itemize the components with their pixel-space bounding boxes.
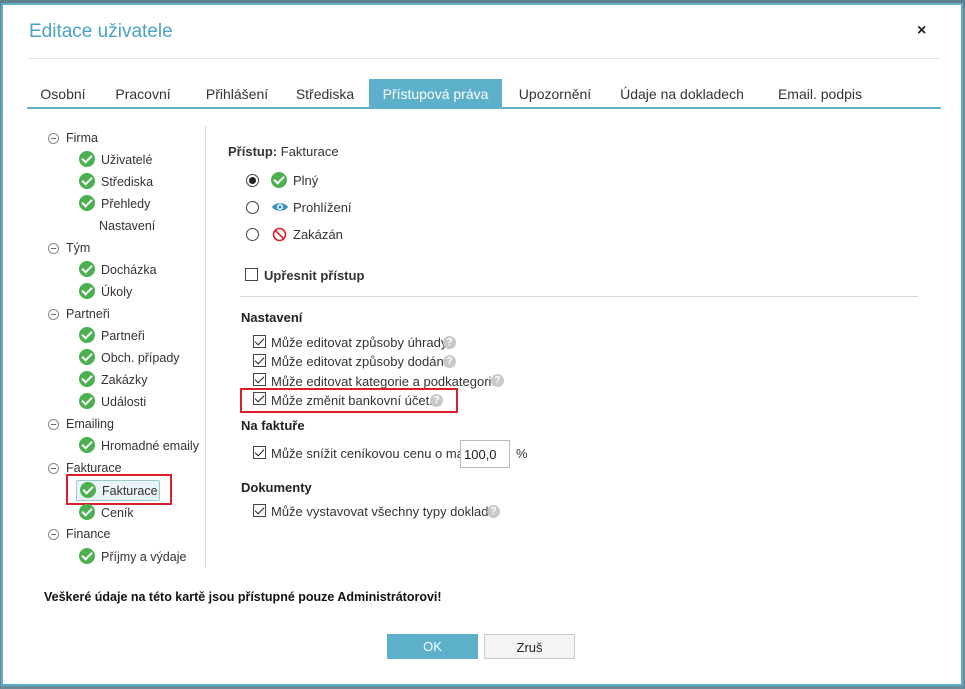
tab-upozorneni[interactable]: Upozornění	[510, 79, 600, 107]
discount-label: Může snížit ceníkovou cenu o max.	[271, 446, 475, 461]
check-icon	[79, 349, 95, 365]
tree-item-partneri[interactable]: Partneři	[101, 327, 145, 345]
radio-denied-label: Zakázán	[293, 227, 343, 242]
check-icon	[79, 173, 95, 189]
ok-button[interactable]: OK	[387, 634, 478, 659]
check-icon	[79, 327, 95, 343]
help-icon[interactable]: ?	[491, 374, 504, 387]
collapse-icon[interactable]	[48, 309, 59, 320]
tab-udaje-na-dokladech[interactable]: Údaje na dokladech	[612, 79, 752, 107]
radio-full[interactable]	[246, 174, 259, 187]
tree-item-prehledy[interactable]: Přehledy	[101, 195, 150, 213]
tree-group-tym[interactable]: Tým	[66, 239, 90, 257]
delivery-methods-checkbox[interactable]	[253, 354, 266, 367]
check-icon	[79, 393, 95, 409]
access-label: Přístup:	[228, 144, 278, 159]
section-divider	[240, 296, 918, 297]
cancel-button[interactable]: Zruš	[484, 634, 575, 659]
tab-osobni[interactable]: Osobní	[27, 79, 99, 107]
check-icon	[79, 261, 95, 277]
tree-group-finance[interactable]: Finance	[66, 525, 110, 543]
check-icon	[79, 195, 95, 211]
percent-unit: %	[516, 446, 528, 461]
collapse-icon[interactable]	[48, 529, 59, 540]
check-icon	[79, 548, 95, 564]
tree-item-hromadne-emaily[interactable]: Hromadné emaily	[101, 437, 199, 455]
radio-full-label: Plný	[293, 173, 319, 188]
tree-item-ukoly[interactable]: Úkoly	[101, 283, 132, 301]
collapse-icon[interactable]	[48, 133, 59, 144]
tree-item-zakazky[interactable]: Zakázky	[101, 371, 148, 389]
discount-input[interactable]	[460, 440, 510, 468]
help-icon[interactable]: ?	[443, 355, 456, 368]
tab-pristupova-prava[interactable]: Přístupová práva	[369, 79, 502, 107]
check-icon	[79, 371, 95, 387]
admin-only-note: Veškeré údaje na této kartě jsou přístup…	[44, 590, 442, 604]
access-heading: Přístup: Fakturace	[228, 144, 339, 160]
categories-checkbox[interactable]	[253, 373, 266, 386]
help-icon[interactable]: ?	[443, 336, 456, 349]
denied-icon	[272, 227, 287, 242]
payment-methods-label: Může editovat způsoby úhrady	[271, 335, 448, 350]
documents-heading: Dokumenty	[241, 480, 312, 495]
tree-item-cenik[interactable]: Ceník	[101, 504, 134, 522]
check-icon	[271, 172, 287, 188]
tree-item-strediska[interactable]: Střediska	[101, 173, 153, 191]
highlight-box-bank-account	[240, 388, 458, 413]
collapse-icon[interactable]	[48, 419, 59, 430]
eye-icon	[272, 203, 288, 211]
radio-view-label: Prohlížení	[293, 200, 352, 215]
tree-item-nastaveni[interactable]: Nastavení	[99, 217, 155, 235]
tab-bar: Osobní Pracovní Přihlášení Střediska Pří…	[27, 79, 941, 109]
tab-email-podpis[interactable]: Email. podpis	[765, 79, 875, 107]
check-icon	[79, 504, 95, 520]
tree-item-udalosti[interactable]: Události	[101, 393, 146, 411]
help-icon[interactable]: ?	[487, 505, 500, 518]
tab-pracovni[interactable]: Pracovní	[102, 79, 184, 107]
radio-view[interactable]	[246, 201, 259, 214]
access-module: Fakturace	[280, 144, 339, 159]
tree-group-partneri[interactable]: Partneři	[66, 305, 110, 323]
collapse-icon[interactable]	[48, 463, 59, 474]
tree-item-dochazka[interactable]: Docházka	[101, 261, 157, 279]
dialog-title: Editace uživatele	[29, 21, 173, 42]
check-icon	[79, 437, 95, 453]
close-icon[interactable]: ×	[917, 23, 926, 39]
title-divider	[27, 58, 941, 59]
highlight-box-fakturace	[66, 474, 172, 505]
tab-strediska[interactable]: Střediska	[283, 79, 367, 107]
tree-item-uzivatele[interactable]: Uživatelé	[101, 151, 152, 169]
refine-access-checkbox[interactable]	[245, 268, 258, 281]
discount-checkbox[interactable]	[253, 446, 266, 459]
all-document-types-label: Může vystavovat všechny typy dokladů	[271, 504, 496, 519]
payment-methods-checkbox[interactable]	[253, 335, 266, 348]
all-document-types-checkbox[interactable]	[253, 504, 266, 517]
refine-access-label: Upřesnit přístup	[264, 268, 365, 283]
tree-item-prijmy-vydaje[interactable]: Příjmy a výdaje	[101, 548, 186, 566]
delivery-methods-label: Může editovat způsoby dodání	[271, 354, 448, 369]
check-icon	[79, 283, 95, 299]
tree-group-firma[interactable]: Firma	[66, 129, 98, 147]
settings-heading: Nastavení	[241, 310, 303, 325]
tab-prihlaseni[interactable]: Přihlášení	[187, 79, 287, 107]
tree-group-emailing[interactable]: Emailing	[66, 415, 114, 433]
radio-denied[interactable]	[246, 228, 259, 241]
tree-item-obch-pripady[interactable]: Obch. případy	[101, 349, 180, 367]
collapse-icon[interactable]	[48, 243, 59, 254]
invoice-heading: Na faktuře	[241, 418, 305, 433]
check-icon	[79, 151, 95, 167]
